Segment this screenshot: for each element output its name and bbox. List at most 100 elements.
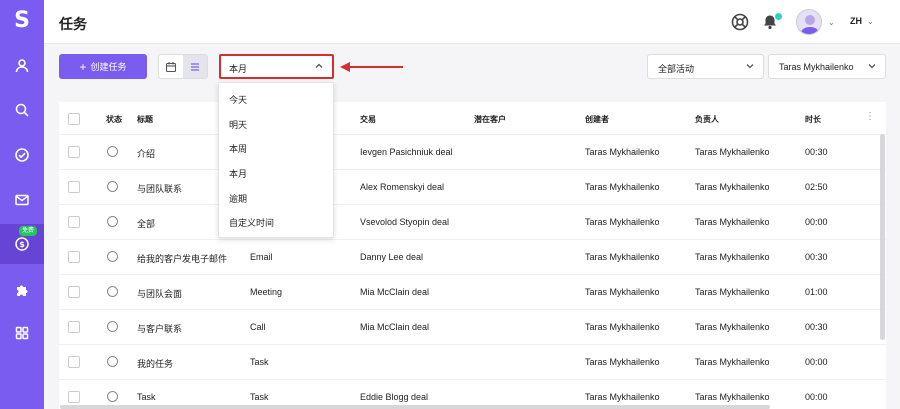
column-header-title[interactable]: 标题 bbox=[137, 114, 153, 125]
row-checkbox[interactable] bbox=[68, 356, 80, 368]
table-row[interactable]: 给我的客户发电子邮件 Email Danny Lee deal Taras Mykha… bbox=[59, 240, 886, 275]
column-header-creator[interactable]: 创建者 bbox=[585, 114, 609, 125]
column-header-assignee[interactable]: 负责人 bbox=[695, 114, 719, 125]
cell-title[interactable]: 与团队联系 bbox=[137, 182, 182, 195]
row-checkbox[interactable] bbox=[68, 181, 80, 193]
cell-deal: Alex Romenskyi deal bbox=[360, 182, 445, 192]
table-row[interactable]: 全部 Vsevolod Styopin deal Taras Mykhailenko… bbox=[59, 205, 886, 240]
table-row[interactable]: 与客户联系 Call Mia McClain deal Taras Mykhailen… bbox=[59, 310, 886, 345]
column-header-lead[interactable]: 潜在客户 bbox=[474, 114, 506, 125]
sidebar-item-integrations[interactable] bbox=[0, 270, 44, 310]
chevron-down-icon bbox=[868, 64, 876, 69]
cell-deal: Mia McClain deal bbox=[360, 287, 430, 297]
cell-creator: Taras Mykhailenko bbox=[585, 322, 660, 332]
period-option-this-week[interactable]: 本周 bbox=[229, 142, 247, 155]
avatar-caret-icon[interactable]: ⌄ bbox=[828, 18, 835, 27]
cell-creator: Taras Mykhailenko bbox=[585, 287, 660, 297]
period-option-this-month[interactable]: 本月 bbox=[229, 167, 247, 180]
list-view-button[interactable] bbox=[183, 55, 207, 78]
avatar[interactable] bbox=[796, 9, 822, 35]
column-header-status[interactable]: 状态 bbox=[106, 114, 122, 125]
top-header: 任务 ⌄ ZH ⌄ bbox=[44, 0, 900, 44]
page-title: 任务 bbox=[59, 16, 87, 32]
status-circle-icon[interactable] bbox=[107, 146, 118, 157]
select-all-checkbox[interactable] bbox=[68, 113, 80, 125]
sidebar: S $ 免费 bbox=[0, 0, 44, 409]
table-row[interactable]: 我的任务 Task Taras Mykhailenko Taras Mykhailen… bbox=[59, 345, 886, 380]
row-checkbox[interactable] bbox=[68, 391, 80, 403]
cell-title[interactable]: 我的任务 bbox=[137, 357, 173, 370]
cell-title[interactable]: 与团队会面 bbox=[137, 287, 182, 300]
period-select-value: 本月 bbox=[229, 64, 248, 74]
sidebar-item-mail[interactable] bbox=[0, 180, 44, 220]
calendar-icon bbox=[165, 61, 177, 72]
period-select[interactable]: 本月 bbox=[219, 54, 334, 79]
sidebar-item-search[interactable] bbox=[0, 90, 44, 130]
sidebar-item-contacts[interactable] bbox=[0, 46, 44, 86]
cell-deal: Mia McClain deal bbox=[360, 322, 430, 332]
status-circle-icon[interactable] bbox=[107, 391, 118, 402]
cell-type: Call bbox=[250, 322, 266, 332]
cell-assignee: Taras Mykhailenko bbox=[695, 252, 770, 262]
status-circle-icon[interactable] bbox=[107, 181, 118, 192]
vertical-scrollbar[interactable] bbox=[880, 134, 885, 340]
avatar-image bbox=[800, 15, 820, 34]
period-option-custom[interactable]: 自定义时间 bbox=[229, 216, 274, 229]
status-circle-icon[interactable] bbox=[107, 216, 118, 227]
cell-duration: 02:50 bbox=[805, 182, 828, 192]
dollar-circle-icon: $ bbox=[15, 237, 29, 251]
column-header-deal[interactable]: 交易 bbox=[360, 114, 376, 125]
cell-assignee: Taras Mykhailenko bbox=[695, 392, 770, 402]
row-checkbox[interactable] bbox=[68, 286, 80, 298]
cell-creator: Taras Mykhailenko bbox=[585, 182, 660, 192]
plus-icon: + bbox=[79, 59, 87, 74]
horizontal-scrollbar[interactable] bbox=[60, 405, 770, 409]
status-circle-icon[interactable] bbox=[107, 251, 118, 262]
cell-assignee: Taras Mykhailenko bbox=[695, 322, 770, 332]
row-checkbox[interactable] bbox=[68, 216, 80, 228]
cell-assignee: Taras Mykhailenko bbox=[695, 182, 770, 192]
cell-type: Meeting bbox=[250, 287, 283, 297]
sidebar-item-tasks[interactable] bbox=[0, 135, 44, 175]
calendar-view-button[interactable] bbox=[159, 55, 183, 78]
cell-title[interactable]: 与客户联系 bbox=[137, 322, 182, 335]
activity-filter-select[interactable]: 全部活动 bbox=[647, 54, 764, 79]
cell-title[interactable]: 给我的客户发电子邮件 bbox=[137, 252, 227, 265]
cell-type: Task bbox=[250, 392, 269, 402]
view-toggle bbox=[158, 54, 208, 79]
app-logo[interactable]: S bbox=[0, 8, 44, 33]
cell-title[interactable]: 全部 bbox=[137, 217, 155, 230]
cell-title[interactable]: 介绍 bbox=[137, 147, 155, 160]
cell-duration: 00:30 bbox=[805, 147, 828, 157]
cell-deal: Danny Lee deal bbox=[360, 252, 424, 262]
row-checkbox[interactable] bbox=[68, 146, 80, 158]
svg-text:$: $ bbox=[19, 240, 25, 249]
cell-title[interactable]: Task bbox=[137, 392, 156, 402]
cell-creator: Taras Mykhailenko bbox=[585, 217, 660, 227]
chevron-up-icon bbox=[315, 63, 323, 68]
table-row[interactable]: 介绍 Ievgen Pasichniuk deal Taras Mykhailenk… bbox=[59, 135, 886, 170]
status-circle-icon[interactable] bbox=[107, 286, 118, 297]
period-option-today[interactable]: 今天 bbox=[229, 93, 247, 106]
status-circle-icon[interactable] bbox=[107, 321, 118, 332]
table-row[interactable]: 与团队会面 Meeting Mia McClain deal Taras Mykhai… bbox=[59, 275, 886, 310]
owner-filter-select[interactable]: Taras Mykhailenko bbox=[768, 54, 886, 79]
cell-creator: Taras Mykhailenko bbox=[585, 357, 660, 367]
column-options-icon[interactable]: ⋮ bbox=[865, 111, 875, 122]
row-checkbox[interactable] bbox=[68, 251, 80, 263]
support-icon[interactable] bbox=[730, 12, 750, 32]
language-caret-icon[interactable]: ⌄ bbox=[867, 17, 874, 26]
column-header-duration[interactable]: 时长 bbox=[805, 114, 821, 125]
period-option-tomorrow[interactable]: 明天 bbox=[229, 118, 247, 131]
search-icon bbox=[15, 103, 29, 117]
language-selector[interactable]: ZH bbox=[850, 16, 862, 26]
period-option-overdue[interactable]: 逾期 bbox=[229, 192, 247, 205]
table-row[interactable]: 与团队联系 Alex Romenskyi deal Taras Mykhailenk… bbox=[59, 170, 886, 205]
cell-creator: Taras Mykhailenko bbox=[585, 392, 660, 402]
tasks-table: 状态 标题 交易 潜在客户 创建者 负责人 时长 ⋮ 介绍 Ievgen Pasi… bbox=[59, 102, 886, 409]
create-task-button[interactable]: + 创建任务 bbox=[59, 54, 147, 79]
sidebar-item-apps[interactable] bbox=[0, 313, 44, 353]
row-checkbox[interactable] bbox=[68, 321, 80, 333]
cell-type: Email bbox=[250, 252, 273, 262]
status-circle-icon[interactable] bbox=[107, 356, 118, 367]
